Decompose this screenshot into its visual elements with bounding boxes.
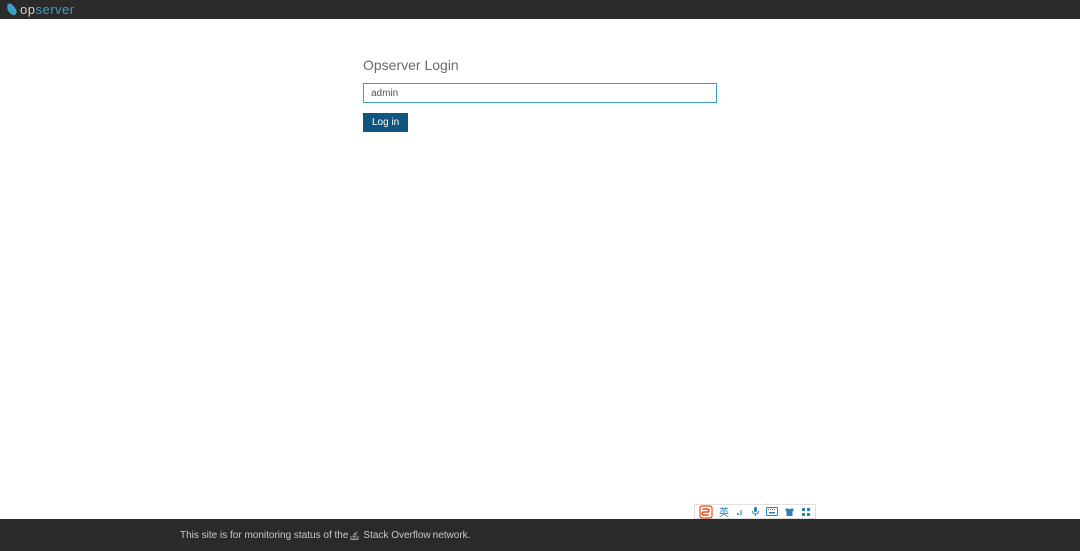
ime-punct-icon[interactable] — [735, 507, 745, 517]
ime-skin-icon[interactable] — [784, 507, 795, 517]
ime-logo-icon[interactable] — [699, 505, 713, 519]
main-content: Opserver Login Log in — [0, 19, 1080, 132]
logo-prefix: op — [20, 2, 35, 17]
ime-keyboard-icon[interactable] — [766, 507, 778, 516]
ime-language[interactable]: 英 — [719, 504, 729, 519]
logo-icon — [6, 3, 18, 16]
app-footer: This site is for monitoring status of th… — [0, 519, 1080, 551]
footer-link[interactable]: Stack Overflow — [363, 530, 430, 541]
footer-text-after: network. — [433, 530, 471, 541]
logo-suffix: server — [35, 2, 74, 17]
login-button[interactable]: Log in — [363, 113, 408, 132]
ime-toolbox-icon[interactable] — [801, 507, 811, 517]
ime-mic-icon[interactable] — [751, 506, 760, 517]
login-title: Opserver Login — [363, 57, 1080, 73]
stack-overflow-icon — [350, 530, 359, 540]
logo-text: opserver — [20, 2, 75, 17]
app-header: opserver — [0, 0, 1080, 19]
footer-text-before: This site is for monitoring status of th… — [180, 530, 348, 541]
username-input[interactable] — [363, 83, 717, 103]
ime-toolbar[interactable]: 英 — [694, 504, 816, 519]
